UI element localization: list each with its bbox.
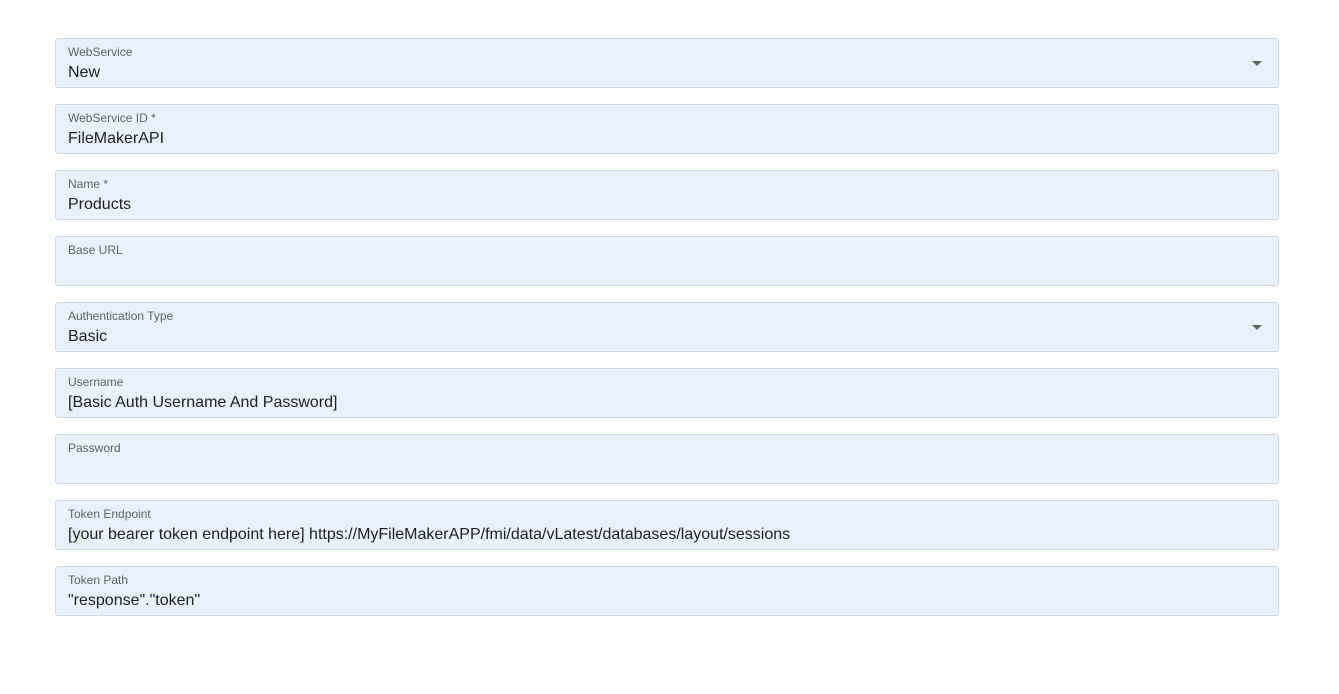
name-field[interactable]: Name * Products xyxy=(55,170,1279,220)
token-endpoint-value[interactable]: [your bearer token endpoint here] https:… xyxy=(68,526,790,544)
username-field[interactable]: Username [Basic Auth Username And Passwo… xyxy=(55,368,1279,418)
token-path-field[interactable]: Token Path "response"."token" xyxy=(55,566,1279,616)
username-label: Username xyxy=(68,375,124,389)
token-path-label: Token Path xyxy=(68,573,129,587)
webservice-form: WebService New WebService ID * FileMaker… xyxy=(55,38,1279,632)
chevron-down-icon[interactable] xyxy=(1252,325,1262,330)
webservice-value[interactable]: New xyxy=(68,64,100,82)
name-label: Name * xyxy=(68,177,109,191)
webservice-id-value[interactable]: FileMakerAPI xyxy=(68,130,164,148)
webservice-id-label: WebService ID * xyxy=(68,111,156,125)
password-label: Password xyxy=(68,441,121,455)
base-url-label: Base URL xyxy=(68,243,123,257)
base-url-field[interactable]: Base URL xyxy=(55,236,1279,286)
authentication-type-select[interactable]: Authentication Type Basic xyxy=(55,302,1279,352)
webservice-select[interactable]: WebService New xyxy=(55,38,1279,88)
webservice-label: WebService xyxy=(68,45,133,59)
name-value[interactable]: Products xyxy=(68,196,131,214)
token-endpoint-field[interactable]: Token Endpoint [your bearer token endpoi… xyxy=(55,500,1279,550)
username-value[interactable]: [Basic Auth Username And Password] xyxy=(68,394,337,412)
authentication-type-label: Authentication Type xyxy=(68,309,174,323)
chevron-down-icon[interactable] xyxy=(1252,61,1262,66)
password-field[interactable]: Password xyxy=(55,434,1279,484)
token-endpoint-label: Token Endpoint xyxy=(68,507,151,521)
token-path-value[interactable]: "response"."token" xyxy=(68,592,200,610)
authentication-type-value[interactable]: Basic xyxy=(68,328,107,346)
webservice-id-field[interactable]: WebService ID * FileMakerAPI xyxy=(55,104,1279,154)
